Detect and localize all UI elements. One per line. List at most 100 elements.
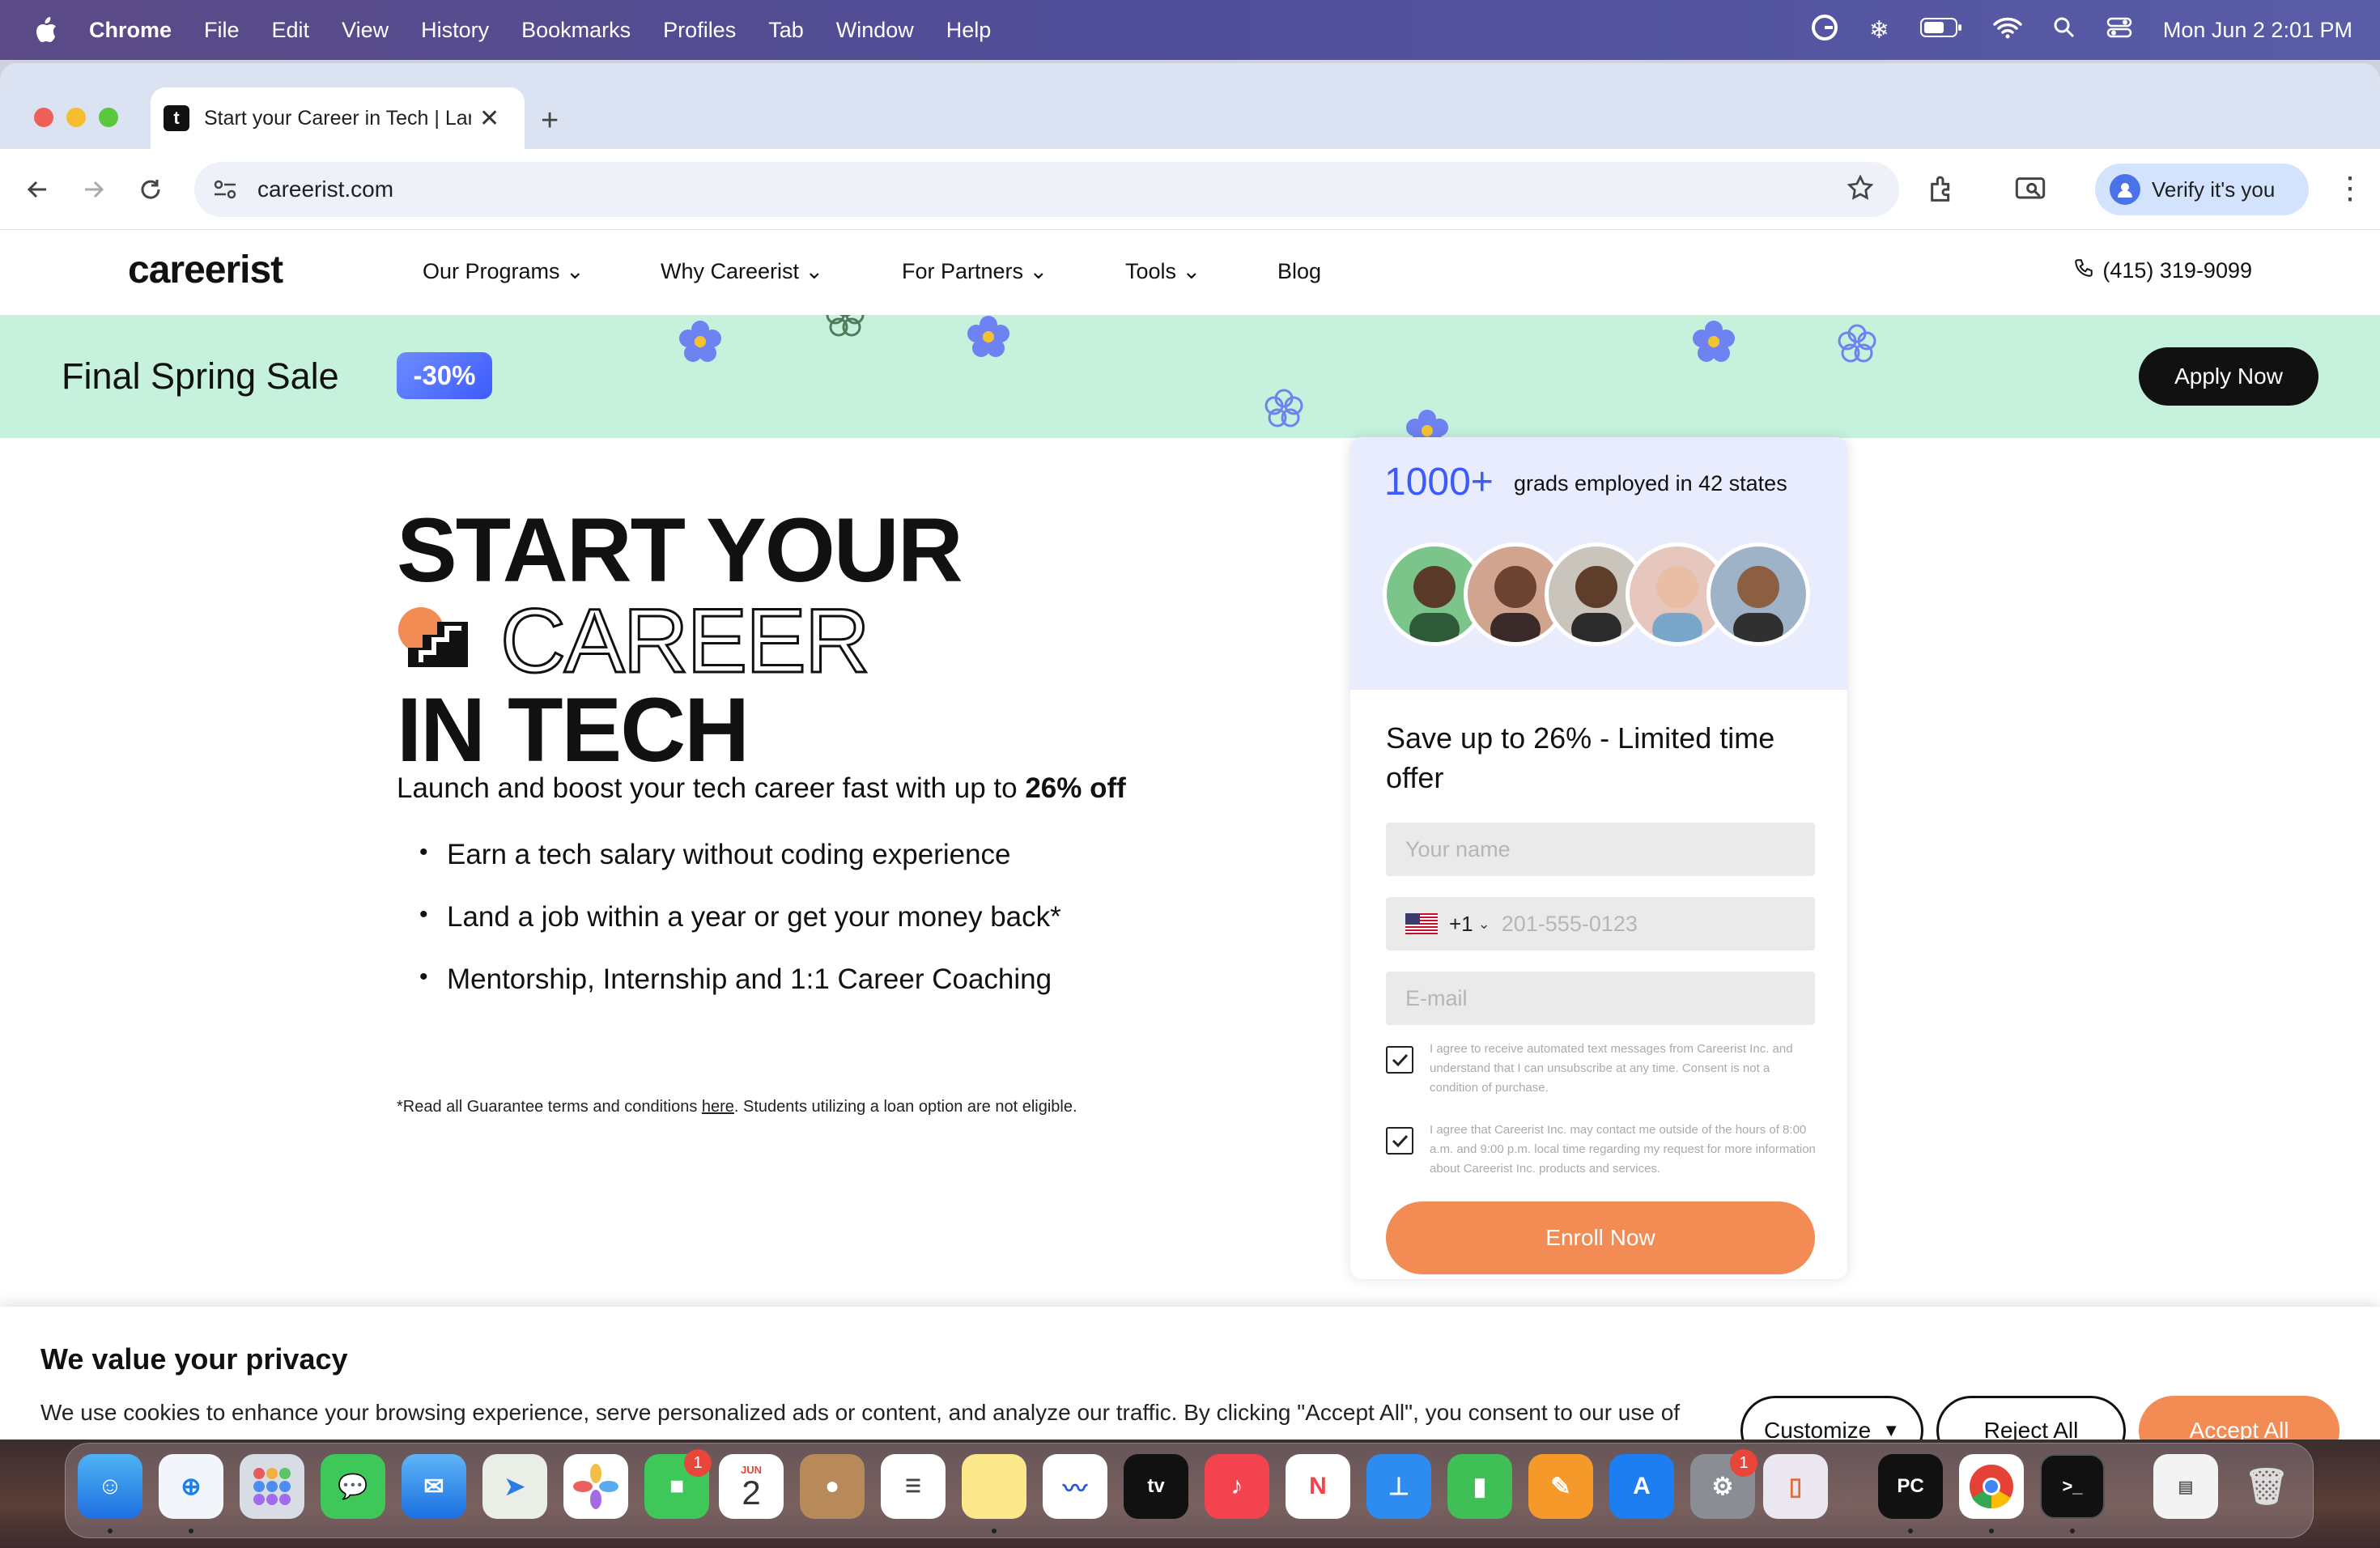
flower-icon (1693, 321, 1735, 362)
nav-for-partners[interactable]: For Partners ⌄ (902, 259, 1048, 284)
reminders-icon[interactable]: ☰ (881, 1454, 946, 1519)
music-icon[interactable]: ♪ (1205, 1454, 1269, 1519)
site-settings-icon[interactable] (209, 179, 241, 200)
new-tab-icon[interactable]: + (541, 104, 559, 138)
zoom-window-button[interactable] (99, 108, 118, 127)
photos-icon[interactable] (563, 1454, 628, 1519)
url-text[interactable]: careerist.com (257, 176, 393, 202)
country-code[interactable]: +1 (1449, 912, 1473, 937)
trash-icon[interactable]: 🗑 (2234, 1454, 2299, 1519)
enroll-now-button[interactable]: Enroll Now (1386, 1201, 1815, 1274)
grads-count: 1000+ (1384, 461, 1494, 504)
terms-link[interactable]: here (702, 1098, 734, 1116)
verify-label: Verify it's you (2152, 176, 2276, 202)
menu-help[interactable]: Help (946, 18, 992, 43)
menu-profiles[interactable]: Profiles (663, 18, 736, 43)
close-tab-icon[interactable]: ✕ (479, 104, 499, 133)
customize-button[interactable]: Customize ▼ (1740, 1396, 1923, 1440)
apple-menu-icon[interactable] (32, 14, 60, 46)
close-window-button[interactable] (34, 108, 53, 127)
pycharm-icon[interactable]: PC (1878, 1454, 1943, 1519)
tab-bar: t Start your Career in Tech | Landing ✕ … (0, 63, 2380, 149)
reject-all-button[interactable]: Reject All (1936, 1396, 2126, 1440)
accept-all-button[interactable]: Accept All (2139, 1396, 2340, 1440)
freeform-icon[interactable]: 〰 (1043, 1454, 1107, 1519)
maps-icon[interactable]: ➤ (482, 1454, 547, 1519)
app-store-icon[interactable]: A (1609, 1454, 1674, 1519)
enroll-form-card: 1000+ grads employed in 42 states Save u… (1350, 437, 1847, 1279)
mail-icon[interactable]: ✉ (402, 1454, 466, 1519)
menu-app-name[interactable]: Chrome (89, 18, 172, 43)
bookmark-star-icon[interactable] (1846, 173, 1875, 206)
offer-heading: Save up to 26% - Limited time offer (1386, 721, 1775, 794)
numbers-icon[interactable]: ▮ (1447, 1454, 1512, 1519)
nav-tools[interactable]: Tools ⌄ (1125, 259, 1201, 284)
news-icon[interactable]: N (1286, 1454, 1350, 1519)
forward-icon[interactable] (76, 172, 112, 207)
phone-input[interactable]: +1 ⌄ 201-555-0123 (1386, 897, 1815, 950)
phone-link[interactable]: (415) 319-9099 (2073, 257, 2252, 284)
browser-toolbar: careerist.com Verify it's you ⋮ (0, 149, 2380, 230)
spotlight-search-icon[interactable] (2053, 16, 2076, 45)
menubar-clock[interactable]: Mon Jun 2 2:01 PM (2163, 18, 2352, 43)
control-center-icon[interactable] (2106, 16, 2132, 45)
pages-icon[interactable]: ✎ (1528, 1454, 1593, 1519)
document-stack-icon[interactable]: ▤ (2153, 1454, 2218, 1519)
cast-search-icon[interactable] (2014, 173, 2046, 206)
sale-banner: Final Spring Sale -30% Apply Now (0, 315, 2380, 438)
settings-badge: 1 (1730, 1449, 1757, 1477)
finder-icon[interactable]: ☺ (78, 1454, 142, 1519)
email-input[interactable] (1386, 972, 1815, 1025)
terminal-icon[interactable]: >_ (2040, 1454, 2105, 1519)
menu-window[interactable]: Window (836, 18, 914, 43)
nav-our-programs[interactable]: Our Programs ⌄ (423, 259, 584, 284)
menu-file[interactable]: File (204, 18, 240, 43)
benefit-list: • Earn a tech salary without coding exper… (419, 839, 1061, 1026)
browser-menu-icon[interactable]: ⋮ (2335, 170, 2365, 206)
address-bar[interactable]: careerist.com (194, 162, 1899, 217)
menu-tab[interactable]: Tab (768, 18, 804, 43)
wifi-icon[interactable] (1993, 16, 2022, 45)
extensions-icon[interactable] (1927, 173, 1959, 206)
back-icon[interactable] (19, 172, 55, 207)
messages-icon[interactable]: 💬 (321, 1454, 385, 1519)
active-tab[interactable]: t Start your Career in Tech | Landing ✕ (151, 87, 525, 149)
safari-icon[interactable]: ⊕ (159, 1454, 223, 1519)
us-flag-icon (1405, 913, 1438, 934)
tab-title: Start your Career in Tech | Landing (204, 106, 471, 130)
calendar-icon[interactable]: JUN 2 (719, 1454, 784, 1519)
minimize-window-button[interactable] (66, 108, 86, 127)
nav-why-careerist[interactable]: Why Careerist ⌄ (661, 259, 823, 284)
iphone-mirroring-icon[interactable]: ▯ (1763, 1454, 1828, 1519)
phone-placeholder: 201-555-0123 (1501, 911, 1638, 936)
contacts-icon[interactable]: ● (800, 1454, 865, 1519)
menu-view[interactable]: View (342, 18, 389, 43)
reload-icon[interactable] (133, 172, 168, 207)
macos-menubar: Chrome File Edit View History Bookmarks … (0, 0, 2380, 60)
careerist-favicon-icon: t (164, 105, 189, 131)
list-item: • Land a job within a year or get your mo… (419, 901, 1061, 933)
apple-tv-icon[interactable]: tv (1124, 1454, 1188, 1519)
site-navigation: careerist Our Programs ⌄ Why Careerist ⌄… (0, 230, 2380, 315)
name-input[interactable] (1386, 823, 1815, 876)
battery-icon[interactable] (1919, 17, 1962, 44)
menu-edit[interactable]: Edit (272, 18, 310, 43)
verify-profile-button[interactable]: Verify it's you (2095, 164, 2309, 215)
grammarly-icon[interactable] (1811, 14, 1838, 47)
flower-icon (967, 316, 1009, 357)
careerist-logo[interactable]: careerist (128, 248, 283, 292)
chrome-icon[interactable] (1959, 1454, 2024, 1519)
apply-now-button[interactable]: Apply Now (2139, 347, 2318, 406)
menu-history[interactable]: History (421, 18, 489, 43)
social-proof-panel: 1000+ grads employed in 42 states (1350, 437, 1847, 690)
cookie-title: We value your privacy (40, 1342, 348, 1376)
snowflake-icon[interactable]: ❄ (1869, 16, 1889, 45)
launchpad-icon[interactable] (240, 1454, 304, 1519)
keynote-icon[interactable]: ⊥ (1366, 1454, 1431, 1519)
chevron-down-icon[interactable]: ⌄ (1478, 916, 1490, 933)
notes-icon[interactable] (962, 1454, 1026, 1519)
contact-consent-checkbox[interactable] (1386, 1127, 1413, 1155)
nav-blog[interactable]: Blog (1277, 259, 1321, 284)
sms-consent-checkbox[interactable] (1386, 1046, 1413, 1074)
menu-bookmarks[interactable]: Bookmarks (521, 18, 631, 43)
